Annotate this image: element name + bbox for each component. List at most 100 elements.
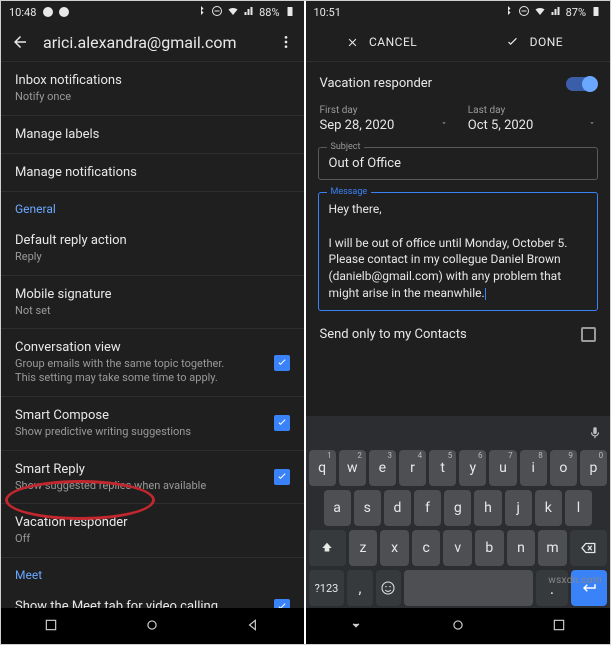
first-day-picker[interactable]: First day Sep 28, 2020 xyxy=(320,105,448,133)
key-q[interactable]: q1 xyxy=(309,450,336,486)
message-text: Hey there, I will be out of office until… xyxy=(329,201,588,302)
title-bar: arici.alexandra@gmail.com xyxy=(1,23,304,61)
key-u[interactable]: u7 xyxy=(489,450,516,486)
nav-home-icon[interactable] xyxy=(145,617,159,636)
key-c[interactable]: c xyxy=(412,530,441,566)
nav-bar xyxy=(1,608,304,644)
section-general: General xyxy=(1,192,304,222)
key-k[interactable]: k xyxy=(535,490,562,526)
key-y[interactable]: y6 xyxy=(459,450,486,486)
whatsapp-icon xyxy=(58,6,70,18)
battery-text: 87% xyxy=(566,6,586,19)
battery-icon xyxy=(284,5,296,20)
key-e[interactable]: e3 xyxy=(369,450,396,486)
key-space[interactable] xyxy=(404,570,533,606)
key-b[interactable]: b xyxy=(475,530,504,566)
key-f[interactable]: f xyxy=(414,490,441,526)
row-default-reply[interactable]: Default reply action Reply xyxy=(1,222,304,275)
key-m[interactable]: m xyxy=(538,530,567,566)
key-row-2: asdfghjkl xyxy=(306,488,611,528)
page-title: arici.alexandra@gmail.com xyxy=(43,33,278,52)
key-l[interactable]: l xyxy=(565,490,592,526)
key-enter[interactable] xyxy=(571,570,607,606)
key-comma[interactable]: , xyxy=(347,570,372,606)
row-manage-labels[interactable]: Manage labels xyxy=(1,116,304,153)
row-smart-reply[interactable]: Smart Reply Show suggested replies when … xyxy=(1,451,304,504)
key-h[interactable]: h xyxy=(474,490,501,526)
key-t[interactable]: t5 xyxy=(429,450,456,486)
battery-text: 88% xyxy=(259,6,279,19)
checkbox-meet-tab[interactable] xyxy=(274,599,290,609)
date-range: First day Sep 28, 2020 Last day Oct 5, 2… xyxy=(306,105,611,141)
nav-home-icon[interactable] xyxy=(451,617,465,636)
cancel-button[interactable]: CANCEL xyxy=(306,35,458,49)
key-row-4: ?123 , . xyxy=(306,568,611,608)
spotify-icon xyxy=(42,6,54,18)
row-send-only-contacts[interactable]: Send only to my Contacts xyxy=(306,317,611,352)
toggle-vacation-responder[interactable]: Vacation responder xyxy=(306,62,611,105)
key-s[interactable]: s xyxy=(354,490,381,526)
subject-field[interactable]: Subject Out of Office xyxy=(318,147,599,180)
key-period[interactable]: . xyxy=(536,570,568,606)
settings-list: Inbox notifications Notify once Manage l… xyxy=(1,62,304,608)
key-i[interactable]: i8 xyxy=(520,450,547,486)
key-z[interactable]: z xyxy=(349,530,378,566)
row-vacation-responder[interactable]: Vacation responder Off xyxy=(1,504,304,557)
last-day-picker[interactable]: Last day Oct 5, 2020 xyxy=(468,105,596,133)
signal-icon xyxy=(550,5,562,20)
toggle-switch[interactable] xyxy=(566,77,596,91)
signal-icon xyxy=(243,5,255,20)
checkbox-conversation-view[interactable] xyxy=(274,355,290,371)
status-time: 10:48 xyxy=(9,6,36,19)
key-j[interactable]: j xyxy=(505,490,532,526)
row-inbox-notifications[interactable]: Inbox notifications Notify once xyxy=(1,62,304,115)
key-x[interactable]: x xyxy=(380,530,409,566)
done-button[interactable]: DONE xyxy=(458,35,610,50)
key-p[interactable]: p0 xyxy=(580,450,607,486)
suggestion-bar xyxy=(306,420,611,448)
nav-back-icon[interactable] xyxy=(246,617,260,636)
key-g[interactable]: g xyxy=(444,490,471,526)
key-r[interactable]: r4 xyxy=(399,450,426,486)
action-bar: CANCEL DONE xyxy=(306,23,611,61)
key-backspace[interactable] xyxy=(570,530,607,566)
row-meet-tab[interactable]: Show the Meet tab for video calling xyxy=(1,588,304,608)
row-manage-notifications[interactable]: Manage notifications xyxy=(1,154,304,191)
status-time: 10:51 xyxy=(314,6,341,19)
nav-recent-icon[interactable] xyxy=(44,617,58,636)
checkbox-send-only[interactable] xyxy=(581,327,596,342)
key-row-3: zxcvbnm xyxy=(306,528,611,568)
dnd-icon xyxy=(518,5,530,20)
wifi-icon xyxy=(534,5,546,20)
wifi-icon xyxy=(227,5,239,20)
section-meet: Meet xyxy=(1,558,304,588)
nav-keyboard-hide-icon[interactable] xyxy=(349,617,363,636)
key-shift[interactable] xyxy=(309,530,346,566)
status-bar: 10:51 87% xyxy=(306,1,611,23)
keyboard: q1w2e3r4t5y6u7i8o9p0 asdfghjkl zxcvbnm ?… xyxy=(306,416,611,608)
key-symbols[interactable]: ?123 xyxy=(309,570,345,606)
battery-icon xyxy=(590,5,602,20)
row-conversation-view[interactable]: Conversation view Group emails with the … xyxy=(1,329,304,396)
row-mobile-signature[interactable]: Mobile signature Not set xyxy=(1,276,304,329)
chevron-down-icon xyxy=(440,112,448,131)
back-icon[interactable] xyxy=(11,33,29,51)
mic-icon[interactable] xyxy=(588,425,602,444)
key-n[interactable]: n xyxy=(507,530,536,566)
key-emoji[interactable] xyxy=(376,570,401,606)
chevron-down-icon xyxy=(588,112,596,131)
row-smart-compose[interactable]: Smart Compose Show predictive writing su… xyxy=(1,397,304,450)
checkbox-smart-compose[interactable] xyxy=(274,415,290,431)
overflow-icon[interactable] xyxy=(278,34,294,50)
key-w[interactable]: w2 xyxy=(339,450,366,486)
bluetooth-icon xyxy=(502,5,514,20)
nav-back-icon[interactable] xyxy=(552,617,566,636)
key-o[interactable]: o9 xyxy=(550,450,577,486)
status-bar: 10:48 88% xyxy=(1,1,304,23)
key-v[interactable]: v xyxy=(443,530,472,566)
vacation-responder-screen: 10:51 87% CANCEL DONE Vacation re xyxy=(306,1,611,644)
message-field[interactable]: Message Hey there, I will be out of offi… xyxy=(318,192,599,311)
key-a[interactable]: a xyxy=(324,490,351,526)
key-d[interactable]: d xyxy=(384,490,411,526)
checkbox-smart-reply[interactable] xyxy=(274,469,290,485)
